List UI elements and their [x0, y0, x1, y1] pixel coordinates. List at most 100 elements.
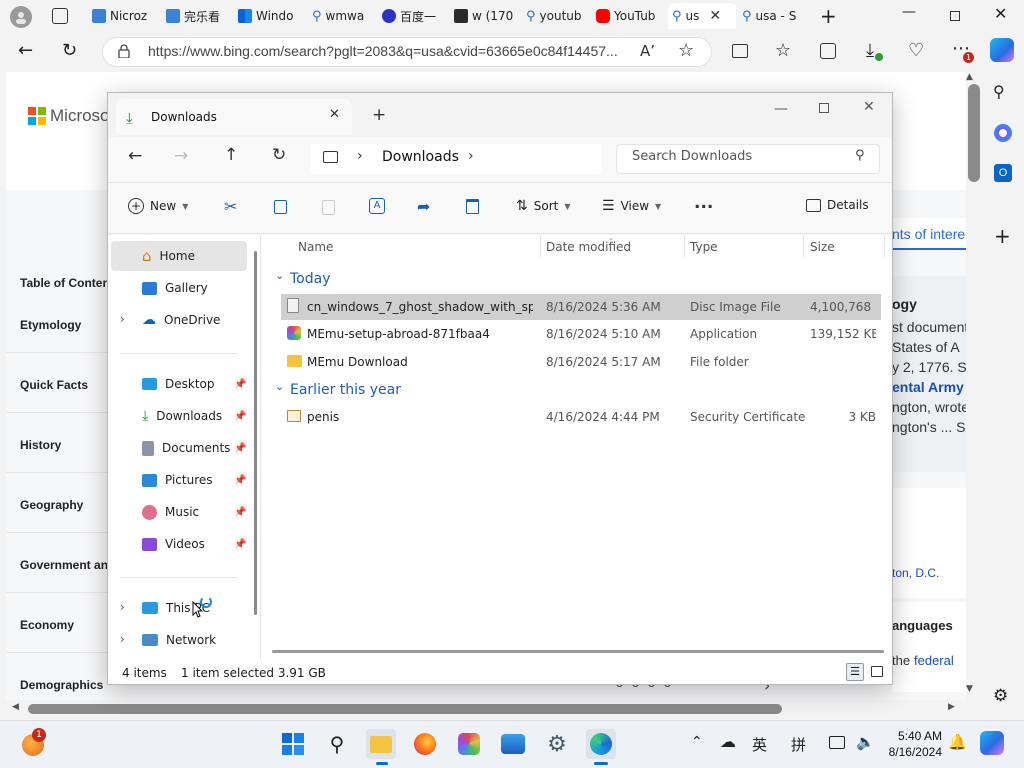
nav-home[interactable]: ⌂ Home: [142, 241, 195, 271]
column-name-header[interactable]: Name: [298, 240, 333, 254]
scroll-left-arrow-icon[interactable]: ◀: [12, 702, 19, 712]
file-row[interactable]: MEmu Download 8/16/2024 5:17 AM File fol…: [281, 349, 881, 375]
sidebar-settings-gear-icon[interactable]: ⚙: [993, 686, 1008, 706]
explorer-forward-icon[interactable]: →: [174, 146, 188, 166]
tab-usa-search[interactable]: ⚲ usa - S: [742, 3, 810, 29]
vertical-scroll-thumb[interactable]: [968, 84, 980, 182]
taskbar-settings[interactable]: ⚙: [542, 729, 572, 759]
tab-windows[interactable]: Windo: [238, 3, 302, 29]
expand-chevron-icon[interactable]: ›: [120, 600, 125, 614]
network-tray-icon[interactable]: [829, 736, 845, 749]
tab-nicroz[interactable]: Nicroz: [92, 3, 160, 29]
tab-youtube-search[interactable]: ⚲ youtub: [526, 3, 590, 29]
explorer-search-icon[interactable]: ⚲: [855, 148, 865, 163]
file-row[interactable]: penis 4/16/2024 4:44 PM Security Certifi…: [281, 404, 881, 430]
tab-actions-icon[interactable]: [52, 8, 68, 24]
clock-time[interactable]: 5:40 AM: [884, 729, 942, 743]
copilot-taskbar-icon[interactable]: [980, 731, 1004, 755]
ime-input-mode[interactable]: 拼: [791, 734, 806, 755]
expand-chevron-icon[interactable]: ›: [120, 632, 125, 646]
scroll-right-arrow-icon[interactable]: ▶: [948, 702, 955, 712]
add-sidebar-app-icon[interactable]: +: [994, 224, 1011, 248]
new-button[interactable]: + New ▼: [128, 198, 188, 214]
profile-avatar[interactable]: [10, 6, 32, 28]
collapse-group-icon[interactable]: ⌄: [275, 269, 284, 282]
read-aloud-icon[interactable]: Aʼ: [640, 42, 655, 60]
nav-pane-scroll-thumb[interactable]: [254, 251, 257, 615]
pin-icon[interactable]: 📌: [234, 507, 246, 518]
scroll-down-arrow-icon[interactable]: ▼: [966, 684, 973, 694]
downloads-icon[interactable]: ⤓: [866, 40, 874, 61]
back-arrow-icon[interactable]: ←: [18, 40, 33, 61]
explorer-refresh-icon[interactable]: ↻: [272, 145, 286, 165]
nav-documents[interactable]: Documents: [142, 433, 230, 463]
tab-wmwa[interactable]: ⚲ wmwa: [312, 3, 376, 29]
group-earlier-this-year[interactable]: Earlier this year: [290, 382, 401, 398]
see-more-icon[interactable]: ...: [694, 193, 713, 213]
close-explorer-tab-icon[interactable]: ✕: [329, 107, 340, 122]
taskbar-photos[interactable]: [498, 729, 528, 759]
share-icon[interactable]: ➦: [417, 197, 430, 216]
onedrive-tray-icon[interactable]: ☁: [720, 732, 736, 751]
pin-icon[interactable]: 📌: [234, 539, 246, 550]
close-tab-icon[interactable]: ✕: [709, 8, 721, 24]
split-screen-icon[interactable]: [732, 44, 748, 58]
explorer-up-icon[interactable]: ↑: [224, 145, 238, 165]
nav-pictures[interactable]: Pictures: [142, 465, 213, 495]
languages-link[interactable]: federal: [914, 653, 954, 668]
nav-network[interactable]: Network: [142, 625, 216, 655]
maximize-explorer-icon[interactable]: [819, 103, 829, 113]
copilot-sidebar-icon[interactable]: [994, 124, 1012, 142]
explorer-back-icon[interactable]: ←: [128, 146, 142, 166]
url-text[interactable]: https://www.bing.com/search?pglt=2083&q=…: [148, 43, 618, 59]
tab-w170[interactable]: w (170: [454, 3, 518, 29]
tab-youtube[interactable]: YouTub: [596, 3, 664, 29]
tab-wanle[interactable]: 完乐看: [166, 3, 230, 29]
etymology-link[interactable]: ental Army a: [892, 379, 976, 395]
favorite-star-icon[interactable]: ☆: [678, 40, 694, 61]
copilot-icon[interactable]: [990, 38, 1014, 62]
nav-downloads[interactable]: ⤓ Downloads: [142, 401, 222, 431]
file-row[interactable]: MEmu-setup-abroad-871fbaa4 8/16/2024 5:1…: [281, 321, 881, 347]
column-divider[interactable]: [540, 235, 541, 257]
toc-economy[interactable]: Economy: [20, 618, 74, 632]
nav-desktop[interactable]: Desktop: [142, 369, 215, 399]
minimize-explorer-icon[interactable]: —: [774, 101, 788, 117]
file-list-horizontal-scroll[interactable]: [272, 650, 884, 653]
details-pane-button[interactable]: Details: [806, 198, 869, 212]
address-separator-icon[interactable]: ›: [357, 148, 363, 164]
column-type-header[interactable]: Type: [690, 240, 718, 254]
new-explorer-tab-icon[interactable]: +: [372, 105, 386, 125]
toc-history[interactable]: History: [20, 438, 61, 452]
tab-us-active[interactable]: ⚲ us ✕: [668, 3, 736, 29]
address-downloads-segment[interactable]: Downloads: [382, 149, 459, 165]
column-divider[interactable]: [884, 235, 885, 257]
close-browser-icon[interactable]: ✕: [994, 4, 1007, 23]
horizontal-scroll-thumb[interactable]: [28, 704, 782, 714]
expand-chevron-icon[interactable]: ›: [120, 312, 125, 326]
toc-quick-facts[interactable]: Quick Facts: [20, 378, 88, 392]
taskbar-memu[interactable]: [454, 729, 484, 759]
clock-date[interactable]: 8/16/2024: [884, 745, 942, 759]
column-divider[interactable]: [684, 235, 685, 257]
restore-browser-icon[interactable]: [950, 11, 960, 21]
tiles-view-icon[interactable]: [871, 666, 883, 677]
group-today[interactable]: Today: [290, 271, 331, 287]
taskbar-file-explorer[interactable]: [366, 729, 396, 759]
lock-icon[interactable]: [118, 44, 130, 59]
capital-text[interactable]: ton, D.C.: [892, 566, 939, 580]
new-tab-plus-icon[interactable]: +: [820, 4, 837, 28]
close-explorer-icon[interactable]: ✕: [863, 99, 875, 115]
collections-icon[interactable]: [820, 43, 836, 59]
address-separator-icon[interactable]: ›: [468, 148, 474, 164]
toc-demographics[interactable]: Demographics: [20, 678, 103, 692]
nav-gallery[interactable]: Gallery: [142, 273, 208, 303]
favorites-icon[interactable]: ☆: [775, 40, 791, 61]
pin-icon[interactable]: 📌: [234, 443, 246, 454]
column-divider[interactable]: [803, 235, 804, 257]
scroll-up-arrow-icon[interactable]: ▲: [966, 72, 973, 82]
paste-icon[interactable]: [322, 200, 335, 215]
taskbar-firefox[interactable]: [410, 729, 440, 759]
nav-music[interactable]: Music: [142, 497, 199, 527]
tab-baidu[interactable]: 百度一: [382, 3, 446, 29]
